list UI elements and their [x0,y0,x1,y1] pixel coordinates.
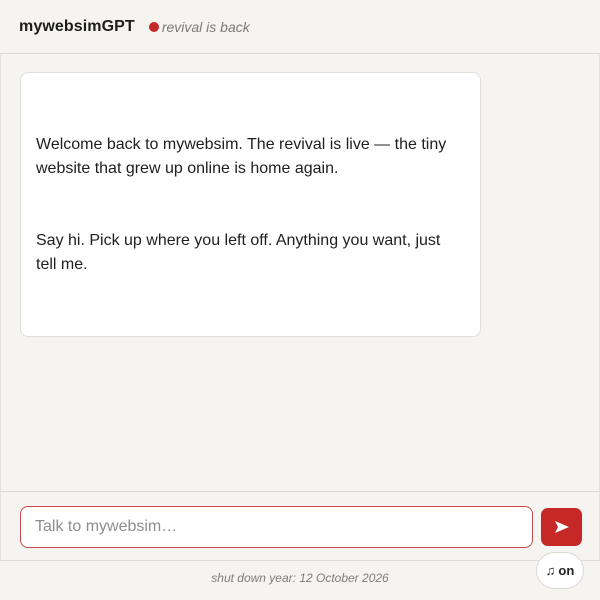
status-text: revival is back [161,18,250,35]
message-paragraph: Welcome back to mywebsim. The revival is… [36,136,447,177]
chat-messages-area[interactable]: Welcome back to mywebsim. The revival is… [0,55,600,491]
chat-input[interactable] [20,506,533,548]
message-composer [0,491,600,561]
send-arrow-icon [554,521,569,533]
music-toggle-label: on [558,563,575,578]
music-note-icon: ♫ [545,563,556,578]
message-paragraph: Say hi. Pick up where you left off. Anyt… [36,232,441,273]
send-button[interactable] [541,508,582,546]
app-header: mywebsimGPT revival is back [0,0,600,54]
music-toggle-button[interactable]: ♫ on [536,552,584,589]
status-indicator: revival is back [148,18,250,35]
app-title: mywebsimGPT [19,17,135,35]
footer: shut down year: 12 October 2026 ♫ on [0,552,600,600]
shutdown-date-text: shut down year: 12 October 2026 [211,571,389,585]
chat-app: mywebsimGPT revival is back Welcome back… [0,0,600,600]
status-dot-icon [148,21,159,32]
assistant-message: Welcome back to mywebsim. The revival is… [20,72,481,337]
